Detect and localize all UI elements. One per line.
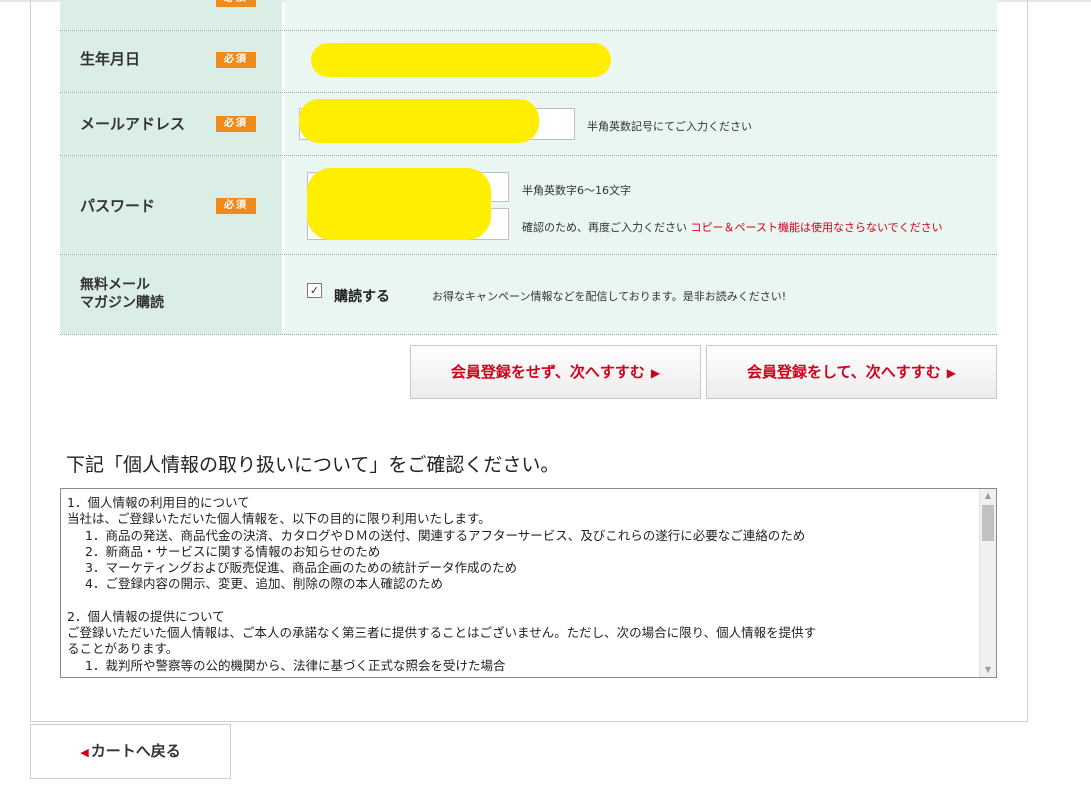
policy-line: 3．マーケティングおよび販売促進、商品企画のための統計データ作成のため	[85, 560, 517, 576]
password-length-hint: 半角英数字6～16文字	[522, 184, 631, 197]
checkout-page: 必須 生年月日 必須 メールアドレス 必須 半角英数記号にてご入力ください パス…	[0, 0, 1091, 809]
register-next-button[interactable]: 会員登録をして、次へすすむ ▶	[706, 345, 997, 399]
row-value-cell: お得なキャンペーン情報などを配信しております。是非お読みください!	[285, 255, 997, 334]
row-value-cell: 半角英数字6～16文字 確認のため、再度ご入力ください コピー＆ペースト機能は使…	[285, 156, 997, 254]
birthdate-label: 生年月日	[80, 50, 141, 68]
back-to-cart-button[interactable]: ◀ カートへ戻る	[30, 724, 231, 779]
row-value-cell: 半角英数記号にてご入力ください	[285, 93, 997, 155]
email-label: メールアドレス	[80, 115, 186, 133]
row-label-cell: 生年月日 必須	[60, 31, 282, 92]
password-confirm-hint-text: 確認のため、再度ご入力ください	[522, 221, 687, 234]
required-badge: 必須	[216, 0, 256, 7]
policy-line: ご登録いただいた個人情報は、ご本人の承諾なく第三者に提供することはございません。…	[67, 625, 817, 641]
form-row-password: パスワード 必須 半角英数字6～16文字 確認のため、再度ご入力ください コピー…	[60, 156, 997, 255]
form-row-newsletter: 無料メール マガジン購読 お得なキャンペーン情報などを配信しております。是非お読…	[60, 255, 997, 335]
policy-line: 1．裁判所や警察等の公的機関から、法律に基づく正式な照会を受けた場合	[85, 657, 506, 673]
row-label-cell: メールアドレス 必須	[60, 93, 282, 155]
copy-paste-warning: コピー＆ペースト機能は使用なさらないでください	[690, 221, 943, 234]
email-hint: 半角英数記号にてご入力ください	[587, 120, 752, 133]
policy-line: ることがあります。	[67, 641, 179, 657]
scroll-up-icon[interactable]: ▲	[980, 489, 996, 503]
form-row-birthdate: 生年月日 必須	[60, 31, 997, 93]
required-badge: 必須	[216, 198, 256, 214]
newsletter-hint: お得なキャンペーン情報などを配信しております。是非お読みください!	[432, 290, 787, 303]
play-arrow-icon: ▶	[650, 366, 661, 380]
form-row-email: メールアドレス 必須 半角英数記号にてご入力ください	[60, 93, 997, 156]
form-row-cutoff: 必須	[60, 0, 997, 31]
password-label: パスワード	[80, 197, 156, 215]
privacy-policy-text: 1．個人情報の利用目的について 当社は、ご登録いただいた個人情報を、以下の目的に限…	[67, 495, 977, 674]
policy-line	[67, 593, 977, 609]
policy-line: 2．個人情報の提供について	[67, 608, 225, 624]
policy-line: 2．新商品・サービスに関する情報のお知らせのため	[85, 543, 381, 559]
row-label-cell: 必須	[60, 0, 282, 30]
play-arrow-icon: ▶	[946, 366, 957, 380]
policy-scrollbar[interactable]: ▲ ▼	[979, 489, 996, 677]
required-badge: 必須	[216, 52, 256, 68]
row-label-cell: パスワード 必須	[60, 156, 282, 254]
policy-line: 4．ご登録内容の開示、変更、追加、削除の際の本人確認のため	[85, 576, 443, 592]
row-label-cell: 無料メール マガジン購読	[60, 255, 282, 334]
back-to-cart-label: カートへ戻る	[90, 742, 181, 760]
row-value-cell	[285, 31, 997, 92]
newsletter-checkbox[interactable]: ✓	[307, 283, 322, 298]
policy-line: 当社は、ご登録いただいた個人情報を、以下の目的に限り利用いたします。	[67, 511, 491, 527]
scroll-down-icon[interactable]: ▼	[980, 663, 996, 677]
register-next-label: 会員登録をして、次へすすむ	[746, 363, 941, 381]
guest-next-label: 会員登録をせず、次へすすむ	[450, 363, 645, 381]
required-badge: 必須	[216, 116, 256, 132]
password-confirm-hint: 確認のため、再度ご入力ください コピー＆ペースト機能は使用なさらないでください	[522, 219, 943, 235]
password-redaction	[307, 168, 491, 240]
privacy-confirm-title: 下記「個人情報の取り扱いについて」をご確認ください。	[66, 454, 560, 476]
newsletter-label: 無料メール マガジン購読	[80, 277, 164, 311]
email-redaction	[299, 99, 539, 143]
scroll-thumb[interactable]	[982, 505, 994, 541]
policy-line: 1．商品の発送、商品代金の決済、カタログやＤＭの送付、関連するアフターサービス、…	[85, 527, 806, 543]
birthdate-input-redacted[interactable]	[311, 43, 611, 77]
back-arrow-icon: ◀	[80, 746, 89, 759]
policy-line: 1．個人情報の利用目的について	[67, 495, 250, 510]
privacy-policy-textarea[interactable]: 1．個人情報の利用目的について 当社は、ご登録いただいた個人情報を、以下の目的に限…	[60, 488, 997, 678]
newsletter-checkbox-label[interactable]: 購読する	[334, 286, 390, 306]
guest-next-button[interactable]: 会員登録をせず、次へすすむ ▶	[410, 345, 701, 399]
row-value-cell	[285, 0, 997, 30]
